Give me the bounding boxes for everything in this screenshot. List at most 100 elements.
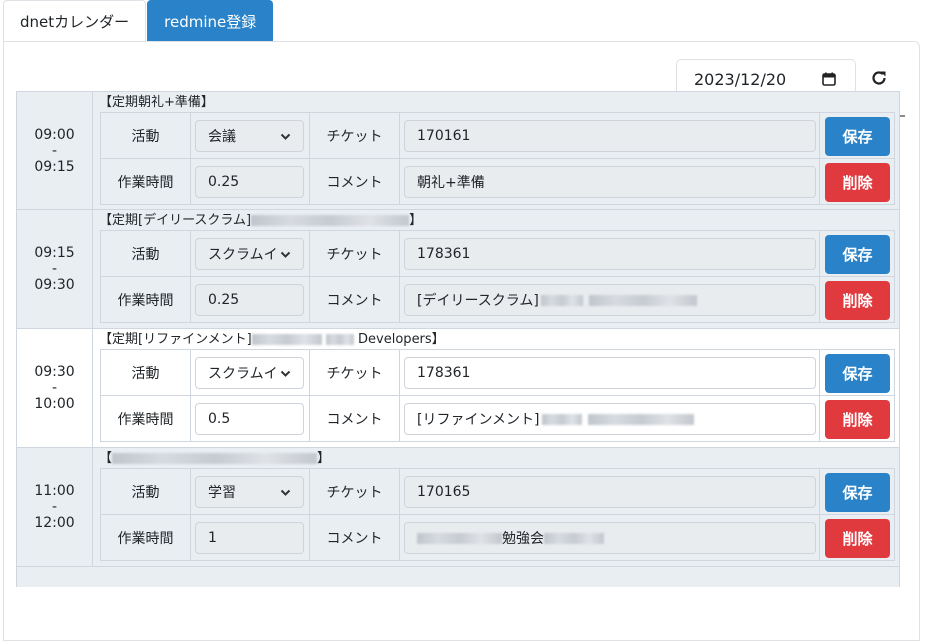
- comment-text: [リファインメント]: [417, 412, 540, 428]
- ticket-value: 170161: [417, 128, 471, 144]
- entry-row: 09:30-10:00 【定期[リファインメント] Developers】活動 スク…: [16, 329, 900, 448]
- chevron-down-icon: [280, 489, 291, 496]
- hours-value: 0.5: [208, 411, 231, 427]
- time-separator: -: [51, 380, 58, 396]
- chevron-down-icon: [280, 370, 291, 377]
- chevron-down-icon: [280, 133, 291, 140]
- end-time: 09:15: [34, 158, 75, 175]
- start-time: 09:30: [34, 364, 75, 380]
- event-title-suffix: Developers】: [358, 332, 445, 347]
- activity-label: 活動: [101, 113, 191, 158]
- ticket-label: チケット: [310, 350, 400, 395]
- redacted-text: [325, 334, 354, 345]
- hours-label: 作業時間: [101, 277, 191, 323]
- delete-button[interactable]: 削除: [825, 519, 890, 558]
- comment-text: 勉強会: [502, 531, 544, 547]
- comment-text: [デイリースクラム]: [417, 293, 539, 309]
- activity-select[interactable]: スクラムイ: [195, 238, 304, 270]
- comment-input[interactable]: [リファインメント]: [404, 403, 816, 435]
- ticket-input[interactable]: 170161: [404, 120, 816, 152]
- entry-row: 09:00-09:15 【定期朝礼+準備】活動 会議 チケット 170161 保存作業時間…: [16, 91, 900, 210]
- activity-select[interactable]: 会議: [195, 120, 304, 152]
- hours-value: 0.25: [208, 174, 240, 190]
- event-title-suffix: 】: [317, 451, 331, 466]
- start-time: 11:00: [34, 483, 75, 499]
- save-button[interactable]: 保存: [825, 473, 890, 512]
- redacted-text: [251, 215, 410, 226]
- refresh-icon[interactable]: [870, 69, 888, 87]
- activity-select[interactable]: スクラムイ: [195, 357, 304, 389]
- ticket-input[interactable]: 170165: [404, 476, 816, 508]
- entry-row: 11:00-12:00 【】活動 学習 チケット 170165 保存 作業時間 1 コメント 勉強…: [16, 448, 900, 567]
- redacted-text: [112, 453, 318, 464]
- redacted-text: [587, 413, 694, 425]
- hours-input[interactable]: 1: [195, 522, 304, 554]
- ticket-label: チケット: [310, 469, 400, 514]
- hours-label: 作業時間: [101, 159, 191, 205]
- ticket-label: チケット: [310, 231, 400, 276]
- date-value: 2023/12/20: [694, 69, 787, 89]
- ticket-label: チケット: [310, 113, 400, 158]
- time-range: 09:30-10:00: [17, 329, 93, 447]
- start-time: 09:15: [34, 245, 75, 261]
- comment-input[interactable]: [デイリースクラム]: [404, 284, 816, 316]
- comment-label: コメント: [310, 277, 400, 323]
- hours-value: 0.25: [208, 292, 240, 308]
- save-button[interactable]: 保存: [825, 354, 890, 393]
- hours-label: 作業時間: [101, 515, 191, 561]
- redacted-text: [417, 532, 502, 544]
- time-separator: -: [51, 142, 58, 159]
- time-separator: -: [51, 499, 58, 515]
- time-separator: -: [51, 261, 58, 277]
- hours-input[interactable]: 0.25: [195, 166, 304, 198]
- redacted-text: [544, 532, 604, 544]
- ticket-value: 178361: [417, 246, 471, 262]
- event-title-suffix: 】: [409, 213, 423, 228]
- hours-label: 作業時間: [101, 396, 191, 442]
- tab-redmine-register[interactable]: redmine登録: [147, 0, 274, 42]
- ticket-input[interactable]: 178361: [404, 238, 816, 270]
- event-title-prefix: 【定期[リファインメント]: [99, 332, 252, 347]
- ticket-input[interactable]: 178361: [404, 357, 816, 389]
- hours-value: 1: [208, 530, 217, 546]
- hours-input[interactable]: 0.25: [195, 284, 304, 316]
- activity-label: 活動: [101, 231, 191, 276]
- event-title: 【定期[デイリースクラム] 】: [99, 212, 422, 229]
- time-range: 09:15-09:30: [17, 210, 93, 328]
- comment-input[interactable]: 勉強会: [404, 522, 816, 554]
- delete-button[interactable]: 削除: [825, 400, 890, 439]
- end-time: 10:00: [34, 396, 75, 412]
- end-time: 12:00: [34, 515, 75, 531]
- delete-button[interactable]: 削除: [825, 163, 890, 202]
- redacted-text: [541, 413, 582, 425]
- activity-label: 活動: [101, 350, 191, 395]
- redacted-text: [540, 294, 583, 306]
- activity-value: スクラムイ: [208, 247, 278, 263]
- event-title-prefix: 【: [99, 451, 113, 466]
- redacted-text: [251, 334, 322, 345]
- tab-dnet-calendar[interactable]: dnetカレンダー: [3, 0, 147, 42]
- activity-value: 会議: [208, 129, 236, 145]
- redacted-text: [588, 294, 697, 306]
- comment-text: 朝礼+準備: [417, 175, 485, 191]
- chevron-down-icon: [280, 251, 291, 258]
- ticket-value: 178361: [417, 365, 471, 381]
- event-title: 【定期朝礼+準備】: [99, 94, 214, 111]
- activity-value: 学習: [208, 485, 236, 501]
- event-title-prefix: 【定期[デイリースクラム]: [99, 213, 252, 228]
- calendar-icon[interactable]: [822, 72, 836, 86]
- start-time: 09:00: [34, 126, 75, 143]
- entry-row: 09:15-09:30 【定期[デイリースクラム] 】活動 スクラムイ チケット 1783…: [16, 210, 900, 329]
- time-range: 09:00-09:15: [17, 92, 93, 209]
- hours-input[interactable]: 0.5: [195, 403, 304, 435]
- save-button[interactable]: 保存: [825, 117, 890, 156]
- activity-select[interactable]: 学習: [195, 476, 304, 508]
- entry-form: 活動 スクラムイ チケット 178361 保存作業時間 0.25 コメント [デイリースクラム…: [100, 230, 895, 323]
- event-title: 【定期[リファインメント] Developers】: [99, 331, 445, 348]
- delete-button[interactable]: 削除: [825, 281, 890, 320]
- comment-input[interactable]: 朝礼+準備: [404, 166, 816, 198]
- activity-label: 活動: [101, 469, 191, 514]
- save-button[interactable]: 保存: [825, 235, 890, 274]
- tab-bar: dnetカレンダー redmine登録: [3, 0, 274, 42]
- entry-list: 09:00-09:15 【定期朝礼+準備】 活動 会議 チケット 170161 保存 作業時間…: [16, 91, 900, 587]
